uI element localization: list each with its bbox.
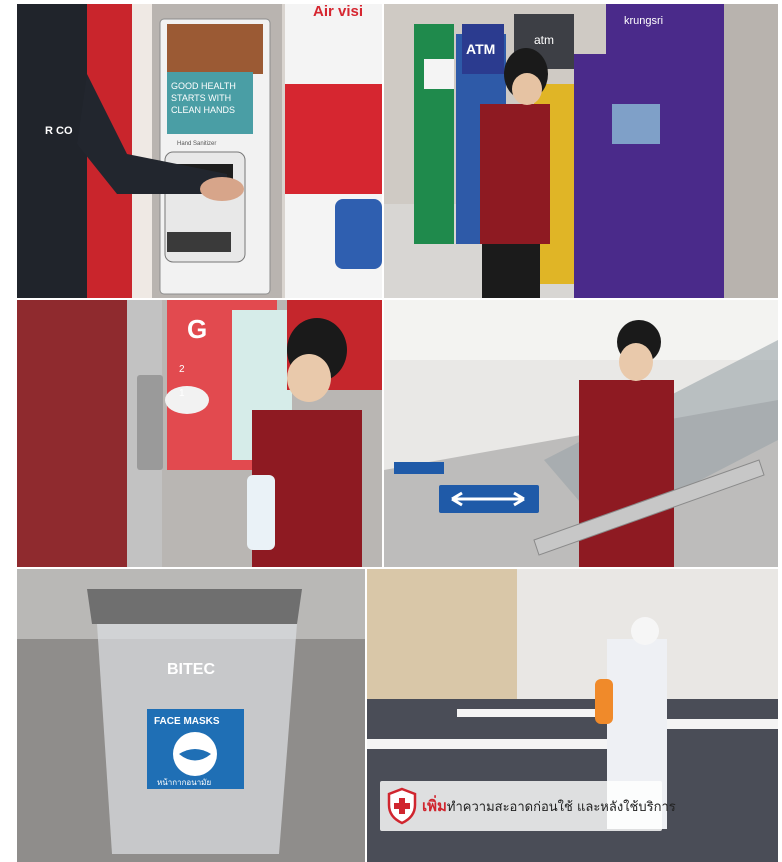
photo-elevator-cleaning: G 2 1 [17, 300, 382, 567]
atm-sign-text: ATM [466, 41, 495, 57]
wall-text: R CO [45, 125, 73, 137]
sanitizer-small-label: Hand Sanitizer [177, 141, 216, 147]
sanitizer-sign-line-2: STARTS WITH [171, 93, 231, 103]
floor-number-1: 1 [179, 388, 185, 399]
sanitizer-sign-line-3: CLEAN HANDS [171, 105, 235, 115]
disinfection-banner: เพิ่มทำความสะอาดก่อนใช้ และหลังใช้บริการ [380, 781, 676, 831]
bin-brand-text: BITEC [167, 661, 215, 678]
floor-number-2: 2 [179, 364, 185, 375]
sign-top-text: Air visi [313, 4, 363, 20]
atm-small-sign-text: atm [534, 33, 554, 47]
photo-escalator-cleaning [384, 300, 778, 567]
photo-face-mask-bin: BITEC FACE MASKS หน้ากากอนามัย [17, 569, 365, 862]
red-cross-shield-icon [387, 787, 417, 825]
purple-sign-text: krungsri [624, 15, 663, 27]
floor-letter: G [187, 314, 207, 344]
photo-hand-sanitizer: Air visi GOOD HEALTH STARTS WITH CLEAN H… [17, 4, 382, 298]
arrow-sign-icon [451, 491, 525, 507]
face-masks-label: FACE MASKS [154, 716, 220, 727]
sanitizer-sign-line-1: GOOD HEALTH [171, 81, 236, 91]
face-masks-thai-label: หน้ากากอนามัย [157, 778, 211, 787]
banner-highlight: เพิ่ม [422, 797, 447, 815]
photo-atm-cleaning: ATM atm krungsri [384, 4, 778, 298]
banner-text: เพิ่มทำความสะอาดก่อนใช้ และหลังใช้บริการ [422, 794, 676, 818]
banner-body: ทำความสะอาดก่อนใช้ และหลังใช้บริการ [446, 800, 676, 815]
